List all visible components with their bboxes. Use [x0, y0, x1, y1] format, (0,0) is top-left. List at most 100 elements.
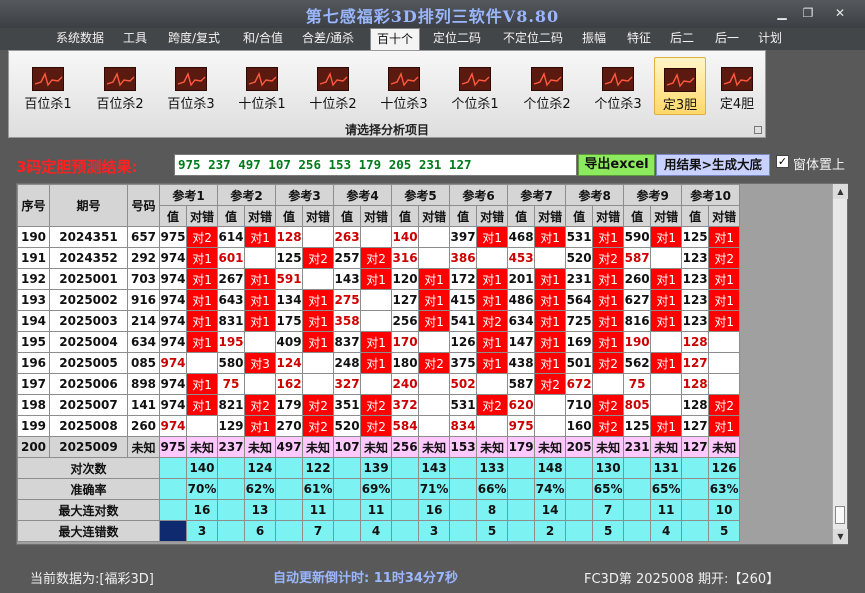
- ribbon-button-8[interactable]: 个位杀3: [585, 57, 651, 115]
- ref-hit: 对1: [360, 352, 393, 374]
- ribbon-button-2[interactable]: 百位杀3: [158, 57, 224, 115]
- ref-hit: [476, 373, 509, 395]
- menu-4[interactable]: 合差/通杀: [297, 28, 359, 50]
- ribbon-button-0[interactable]: 百位杀1: [15, 57, 81, 115]
- row-issue: 2025004: [49, 331, 128, 353]
- ref-hit: 对1: [360, 268, 393, 290]
- ref-hit: 对1: [244, 289, 277, 311]
- maximize-button[interactable]: ❐: [796, 4, 820, 22]
- hit-subheader: 对错: [244, 205, 277, 227]
- ref-value: 256: [391, 436, 420, 458]
- ref-value: 397: [449, 226, 478, 248]
- menu-8[interactable]: 振幅: [578, 28, 610, 50]
- menu-7[interactable]: 不定位二码: [497, 28, 569, 50]
- menu-6[interactable]: 定位二码: [428, 28, 486, 50]
- ref-value: 453: [507, 247, 536, 269]
- stat-spacer: [449, 478, 478, 500]
- ribbon-button-1[interactable]: 百位杀2: [87, 57, 153, 115]
- ref-hit: 对2: [708, 394, 741, 416]
- ribbon-button-9[interactable]: 定3胆: [654, 57, 706, 115]
- ribbon-expand-icon[interactable]: [754, 126, 762, 134]
- stat-spacer: [507, 520, 536, 542]
- ref-value: 240: [391, 373, 420, 395]
- generate-base-button[interactable]: 用结果>生成大底: [656, 154, 770, 176]
- stat-value: 143: [418, 457, 451, 479]
- stat-spacer: [217, 520, 246, 542]
- menu-12[interactable]: 计划: [754, 28, 786, 50]
- stat-spacer: [159, 520, 187, 542]
- chart-icon: [246, 67, 278, 91]
- menu-9[interactable]: 特征: [622, 28, 656, 50]
- ref-hit: 对2: [185, 226, 219, 248]
- stat-value: 61%: [302, 478, 335, 500]
- table-row[interactable]: 196 2025005 085 974 580 对3 124 248 对1 180 对2 375 对1 4…: [17, 352, 741, 374]
- prediction-row[interactable]: 200 2025009 未知 975 未知 237 未知 497 未知 107 未知 256 未知 153…: [17, 436, 741, 458]
- ref-value: 179: [275, 394, 304, 416]
- stat-value: 5: [708, 520, 741, 542]
- ref-hit: [360, 310, 393, 332]
- stat-row: 对次数 140 124 122 139 143 133 148 130 131 126: [17, 457, 741, 479]
- row-seq: 199: [17, 415, 50, 437]
- stat-value: 5: [592, 520, 625, 542]
- ribbon-button-7[interactable]: 个位杀2: [514, 57, 580, 115]
- stat-spacer: [333, 478, 362, 500]
- menu-3[interactable]: 和/合值: [238, 28, 288, 50]
- stat-spacer: [507, 499, 536, 521]
- ribbon-button-3[interactable]: 十位杀1: [229, 57, 295, 115]
- ref-value: 126: [449, 331, 478, 353]
- table-row[interactable]: 193 2025002 916 974 对1 643 对1 134 对1 275 127 对1 415 对…: [17, 289, 741, 311]
- scroll-thumb[interactable]: [835, 506, 845, 524]
- stat-value: 8: [476, 499, 509, 521]
- menu-11[interactable]: 后一: [710, 28, 744, 50]
- vertical-scrollbar[interactable]: ▲ ▼: [832, 184, 848, 544]
- ribbon-button-5[interactable]: 十位杀3: [371, 57, 437, 115]
- table-row[interactable]: 195 2025004 634 974 对1 195 409 对1 837 对1 170 126 对1 1…: [17, 331, 741, 353]
- scroll-up-icon[interactable]: ▲: [833, 184, 848, 199]
- export-excel-button[interactable]: 导出excel: [578, 154, 655, 176]
- table-row[interactable]: 191 2024352 292 974 对1 601 125 对2 257 对2 316 386 453…: [17, 247, 741, 269]
- table-row[interactable]: 194 2025003 214 974 对1 831 对1 175 对1 358 256 对1 541 对…: [17, 310, 741, 332]
- close-button[interactable]: ✕: [828, 4, 852, 22]
- ref-value: 601: [217, 247, 246, 269]
- hit-subheader: 对错: [650, 205, 683, 227]
- ribbon-button-label: 百位杀3: [167, 97, 215, 112]
- menu-0[interactable]: 系统数据: [53, 28, 107, 50]
- menu-10[interactable]: 后二: [665, 28, 699, 50]
- table-row[interactable]: 192 2025001 703 974 对1 267 对1 591 143 对1 120 对1 172 对…: [17, 268, 741, 290]
- table-row[interactable]: 199 2025008 260 974 129 对1 270 对2 520 对2 584 834 975…: [17, 415, 741, 437]
- prediction-label: 3码定胆预测结果:: [16, 158, 138, 176]
- minimize-button[interactable]: ▁: [770, 4, 794, 22]
- ref-value: 128: [681, 331, 710, 353]
- ref-value: 205: [565, 436, 594, 458]
- stat-label: 最大连错数: [17, 520, 160, 542]
- topmost-checkbox[interactable]: ✓: [776, 155, 789, 168]
- ref-value: 974: [159, 352, 187, 374]
- ref-hit: 对1: [244, 226, 277, 248]
- ribbon-button-4[interactable]: 十位杀2: [300, 57, 366, 115]
- prediction-result-field[interactable]: 975 237 497 107 256 153 179 205 231 127: [174, 154, 577, 176]
- row-issue: 2025007: [49, 394, 128, 416]
- ref-value: 351: [333, 394, 362, 416]
- stat-value: 16: [418, 499, 451, 521]
- stat-value: 63%: [708, 478, 741, 500]
- ribbon-button-6[interactable]: 个位杀1: [442, 57, 508, 115]
- ribbon-button-10[interactable]: 定4胆: [712, 57, 762, 115]
- ref-value: 520: [333, 415, 362, 437]
- row-issue: 2025003: [49, 310, 128, 332]
- ref-hit: [708, 331, 741, 353]
- ref-value: 75: [623, 373, 652, 395]
- table-row[interactable]: 198 2025007 141 974 对1 821 对2 179 对2 351 对2 372 531 对…: [17, 394, 741, 416]
- menu-1[interactable]: 工具: [120, 28, 150, 50]
- table-row[interactable]: 197 2025006 898 974 对1 75 162 327 240 502 587 对2 672…: [17, 373, 741, 395]
- table-row[interactable]: 190 2024351 657 975 对2 614 对1 128 263 140 397 对1 468…: [17, 226, 741, 248]
- ref-header-10: 参考10: [681, 184, 741, 206]
- stat-value: 6: [244, 520, 277, 542]
- menu-5[interactable]: 百十个: [370, 28, 420, 51]
- ref-hit: 对1: [534, 331, 567, 353]
- scroll-down-icon[interactable]: ▼: [833, 529, 848, 544]
- ref-hit: 对1: [534, 268, 567, 290]
- status-countdown: 自动更新倒计时: 11时34分7秒: [273, 571, 458, 586]
- chart-icon: [388, 67, 420, 91]
- ref-hit: 对1: [360, 331, 393, 353]
- menu-2[interactable]: 跨度/复式: [163, 28, 225, 50]
